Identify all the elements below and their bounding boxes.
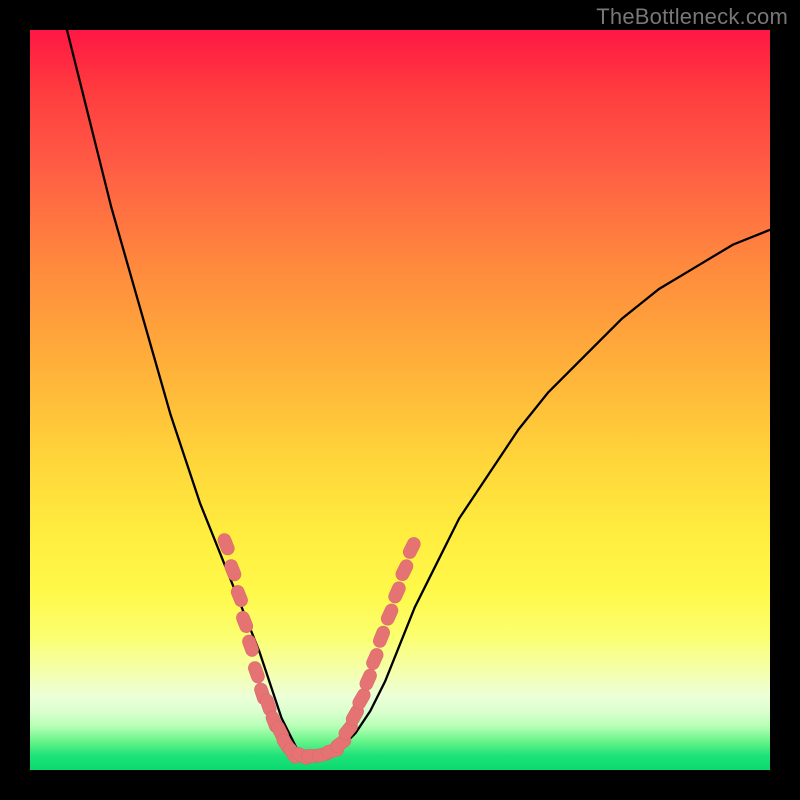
curve-marker (379, 602, 400, 627)
curve-marker (364, 646, 385, 671)
curve-marker (371, 624, 391, 649)
gradient-plot-area (30, 30, 770, 770)
marker-group (216, 532, 423, 767)
curve-svg (30, 30, 770, 770)
curve-marker (358, 667, 379, 692)
watermark-text: TheBottleneck.com (596, 4, 788, 30)
curve-marker (387, 580, 408, 605)
chart-frame: TheBottleneck.com (0, 0, 800, 800)
curve-marker (223, 558, 243, 583)
curve-marker (229, 583, 249, 608)
curve-marker (394, 557, 415, 582)
bottleneck-curve (67, 30, 770, 755)
curve-group (67, 30, 770, 755)
curve-marker (401, 535, 422, 560)
curve-marker (241, 633, 261, 658)
